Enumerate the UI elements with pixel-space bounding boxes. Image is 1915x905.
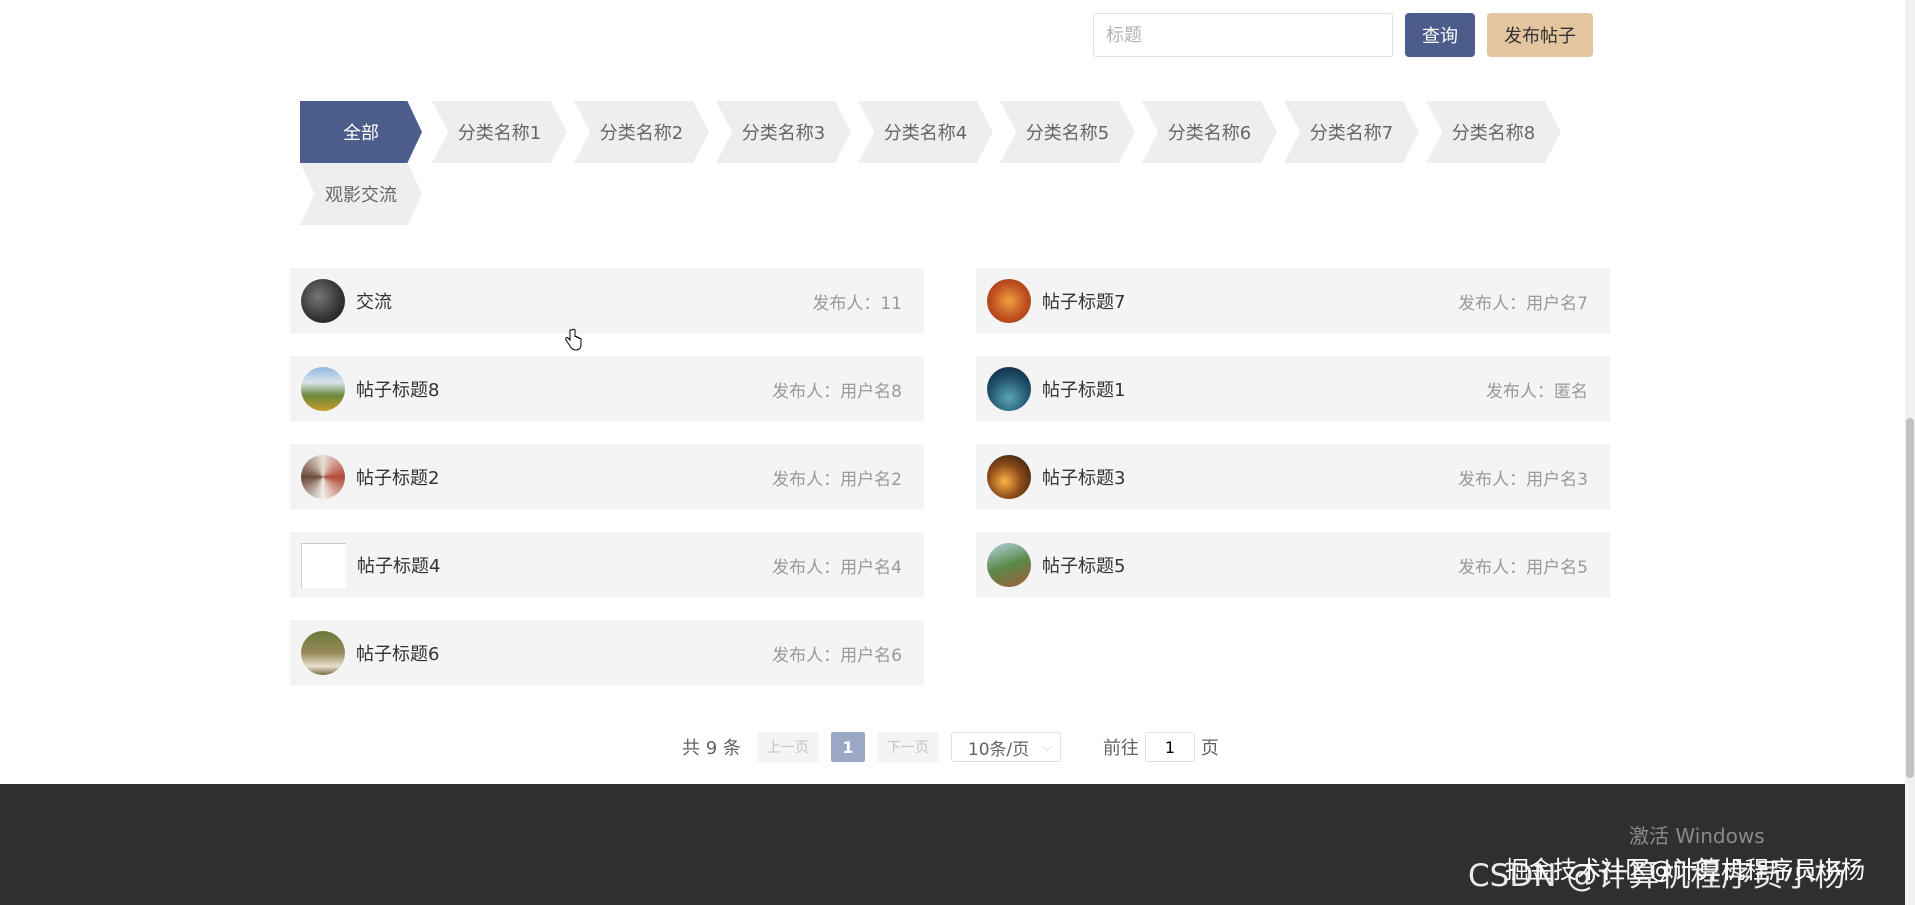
scrollbar-thumb[interactable] [1906,418,1914,778]
post-avatar [987,279,1031,323]
post-author: 发布人：11 [812,293,902,314]
post-avatar [987,455,1031,499]
category-tab[interactable]: 观影交流 [300,163,422,225]
category-tab[interactable]: 分类名称1 [432,101,567,163]
post-item[interactable]: 帖子标题8 发布人：用户名8 [290,356,924,422]
category-tab[interactable]: 分类名称4 [858,101,993,163]
prev-page-button[interactable]: 上一页 [756,732,819,762]
post-title: 交流 [356,292,392,313]
post-author: 发布人：用户名3 [1458,469,1588,490]
post-author: 发布人：用户名8 [772,381,902,402]
activate-windows-notice: 激活 Windows [1629,824,1765,848]
post-avatar [987,367,1031,411]
post-title: 帖子标题3 [1042,468,1126,489]
post-title: 帖子标题1 [1042,380,1126,401]
post-avatar [987,543,1031,587]
post-item[interactable]: 帖子标题1 发布人：匿名 [976,356,1610,422]
post-author: 发布人：用户名6 [772,645,902,666]
goto-page-input[interactable] [1144,732,1195,762]
post-item[interactable]: 帖子标题6 发布人：用户名6 [290,620,924,686]
page-size-select[interactable]: 10条/页 ⌵ [950,732,1061,762]
post-author: 发布人：用户名5 [1458,557,1588,578]
hand-cursor-icon [564,328,582,356]
post-avatar [301,455,345,499]
page-number-current[interactable]: 1 [830,732,865,762]
post-author: 发布人：用户名2 [772,469,902,490]
juejin-watermark: 掘金技术社区@计算机程序员小杨 [1505,856,1865,884]
post-avatar [301,631,345,675]
chevron-down-icon: ⌵ [1042,739,1052,754]
category-tabs: 全部 分类名称1 分类名称2 分类名称3 分类名称4 分类名称5 分类名称6 分… [300,101,1600,225]
post-title: 帖子标题8 [356,380,440,401]
pagination: 共 9 条 上一页 1 下一页 10条/页 ⌵ 前往 页 [682,730,1219,764]
post-item[interactable]: 帖子标题3 发布人：用户名3 [976,444,1610,510]
next-page-button[interactable]: 下一页 [876,732,939,762]
category-tab[interactable]: 分类名称8 [1426,101,1561,163]
goto-label: 前往 [1102,738,1139,759]
category-tab[interactable]: 分类名称2 [574,101,709,163]
search-bar: 查询 发布帖子 [1093,12,1593,58]
post-item[interactable]: 帖子标题2 发布人：用户名2 [290,444,924,510]
query-button[interactable]: 查询 [1405,13,1475,57]
publish-post-button[interactable]: 发布帖子 [1487,13,1593,57]
post-item[interactable]: 交流 发布人：11 [290,268,924,334]
category-tab[interactable]: 分类名称3 [716,101,851,163]
post-avatar [301,367,345,411]
post-title: 帖子标题4 [357,556,441,577]
page-size-value: 10条/页 [967,739,1030,760]
goto-suffix: 页 [1200,738,1219,759]
post-avatar [301,279,345,323]
search-input[interactable] [1093,13,1393,57]
category-tab[interactable]: 分类名称7 [1284,101,1419,163]
category-tab-all[interactable]: 全部 [300,101,422,163]
page-scrollbar[interactable] [1905,0,1915,905]
category-tab[interactable]: 分类名称5 [1000,101,1135,163]
post-author: 发布人：用户名4 [772,557,902,578]
post-author: 发布人：匿名 [1486,381,1588,402]
post-title: 帖子标题5 [1042,556,1126,577]
post-title: 帖子标题6 [356,644,440,665]
pagination-total: 共 9 条 [682,738,741,759]
category-tab[interactable]: 分类名称6 [1142,101,1277,163]
post-item[interactable]: 帖子标题5 发布人：用户名5 [976,532,1610,598]
post-title: 帖子标题7 [1042,292,1126,313]
post-title: 帖子标题2 [356,468,440,489]
broken-image-icon [301,542,346,588]
post-item[interactable]: 帖子标题4 发布人：用户名4 [290,532,924,598]
post-author: 发布人：用户名7 [1458,293,1588,314]
post-item[interactable]: 帖子标题7 发布人：用户名7 [976,268,1610,334]
